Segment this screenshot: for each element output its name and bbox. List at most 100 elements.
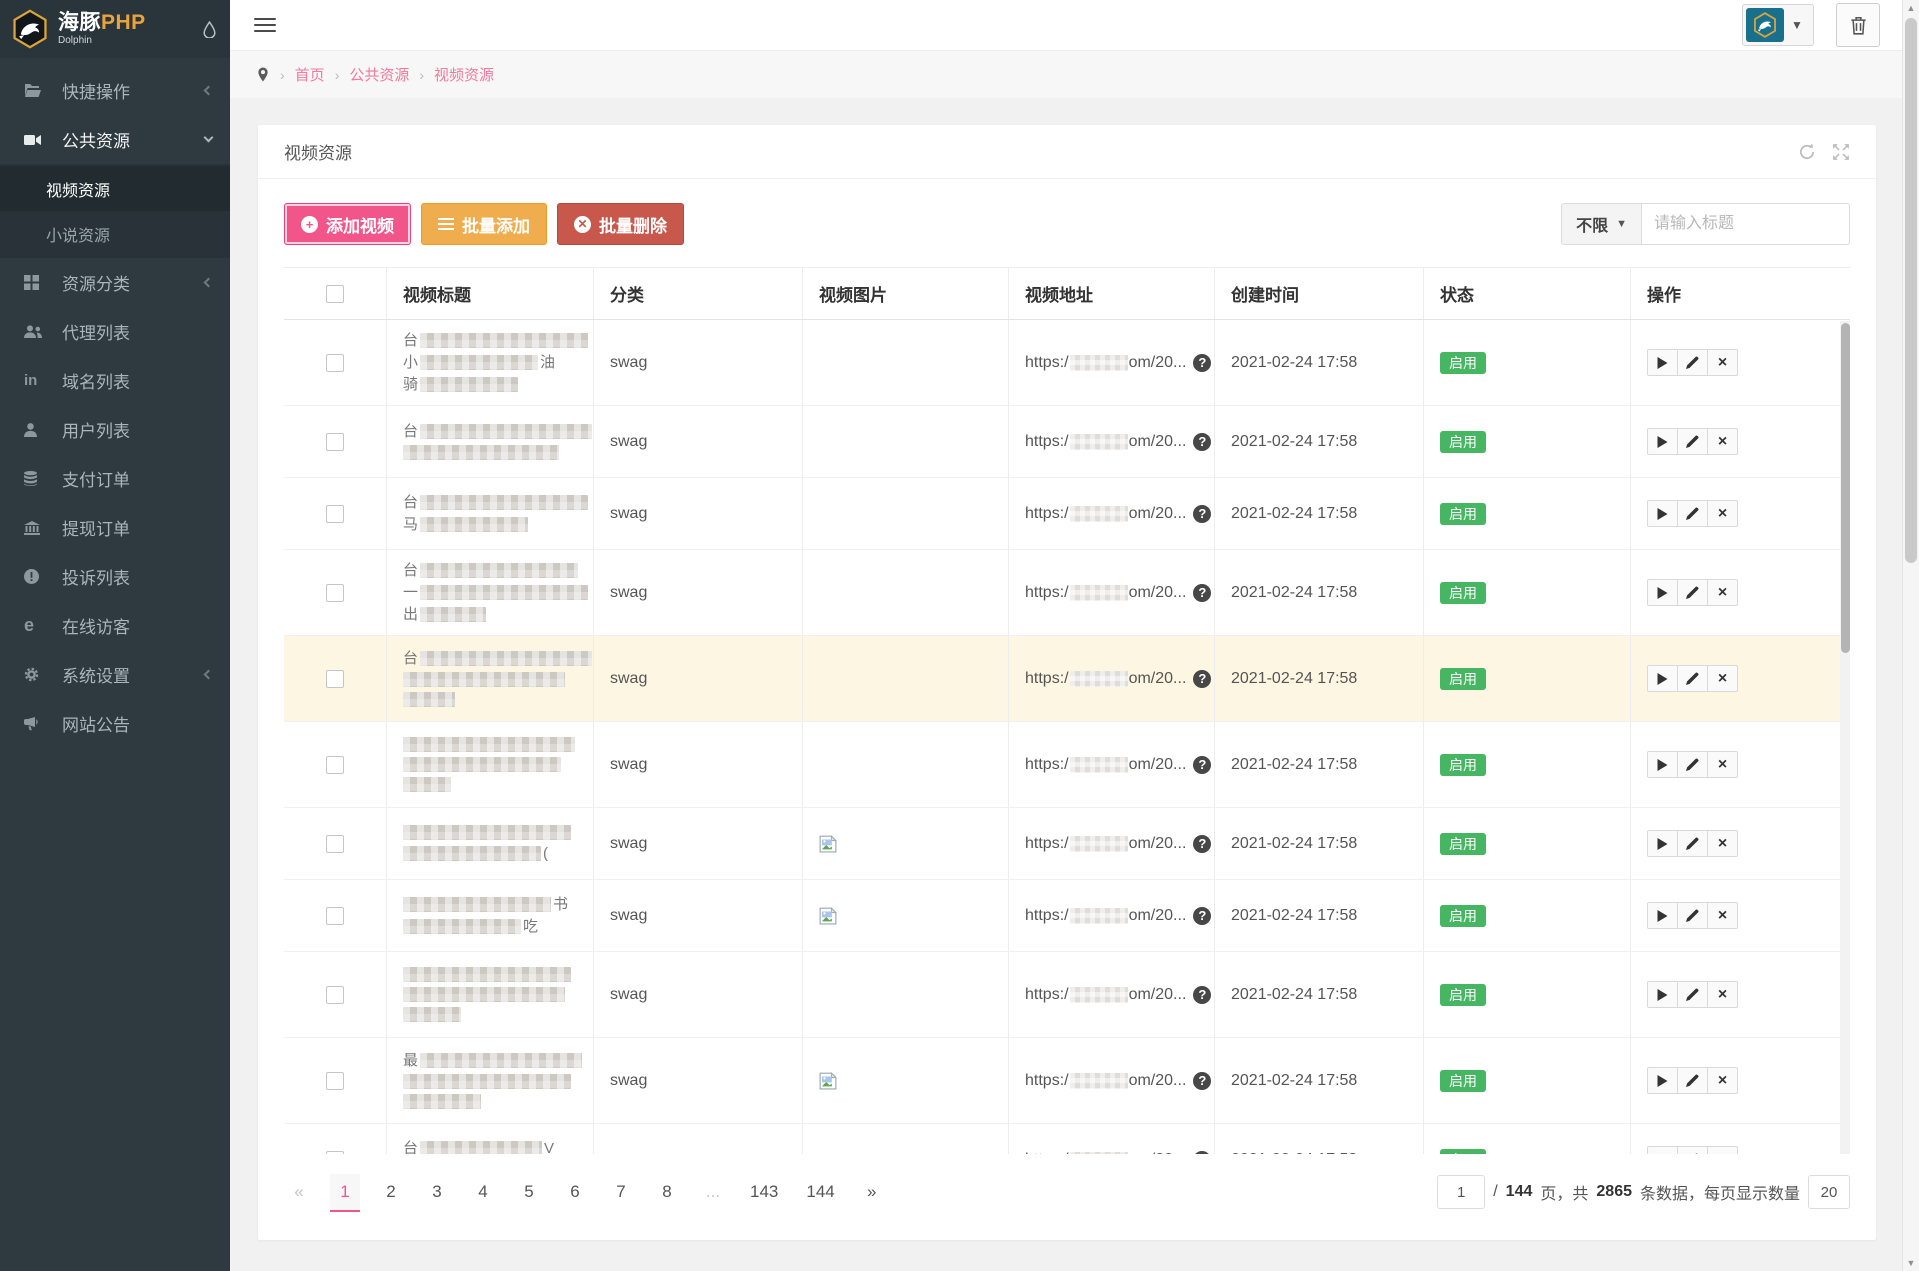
expand-icon[interactable] xyxy=(1832,143,1850,161)
per-page-input[interactable] xyxy=(1808,1175,1850,1209)
delete-button[interactable]: × xyxy=(1707,349,1738,376)
add-video-button[interactable]: + 添加视频 xyxy=(284,203,411,245)
question-circle-icon[interactable]: ? xyxy=(1193,505,1211,523)
play-button[interactable] xyxy=(1647,1146,1678,1154)
row-checkbox[interactable] xyxy=(326,756,344,774)
pager-page-1[interactable]: 1 xyxy=(330,1174,360,1212)
edit-button[interactable] xyxy=(1677,1146,1708,1154)
play-button[interactable] xyxy=(1647,1067,1678,1094)
row-checkbox[interactable] xyxy=(326,584,344,602)
sidebar-item-11[interactable]: 网站公告 xyxy=(0,699,230,748)
delete-button[interactable]: × xyxy=(1707,665,1738,692)
delete-button[interactable]: × xyxy=(1707,1067,1738,1094)
broken-image-icon[interactable] xyxy=(819,1072,837,1090)
sidebar-item-7[interactable]: 提现订单 xyxy=(0,503,230,552)
edit-button[interactable] xyxy=(1677,349,1708,376)
row-checkbox[interactable] xyxy=(326,835,344,853)
play-button[interactable] xyxy=(1647,981,1678,1008)
sidebar-item-5[interactable]: 用户列表 xyxy=(0,405,230,454)
question-circle-icon[interactable]: ? xyxy=(1193,756,1211,774)
row-checkbox[interactable] xyxy=(326,1072,344,1090)
sidebar-item-2[interactable]: 资源分类 xyxy=(0,258,230,307)
edit-button[interactable] xyxy=(1677,665,1708,692)
user-avatar-dropdown[interactable]: ▼ xyxy=(1742,4,1814,46)
pager-page-144[interactable]: 144 xyxy=(800,1173,840,1211)
sidebar-item-0[interactable]: 快捷操作 xyxy=(0,66,230,115)
play-button[interactable] xyxy=(1647,902,1678,929)
pager-page-7[interactable]: 7 xyxy=(606,1173,636,1211)
row-checkbox[interactable] xyxy=(326,907,344,925)
play-button[interactable] xyxy=(1647,751,1678,778)
page-scrollbar[interactable]: ▲ ▼ xyxy=(1902,0,1919,1271)
edit-button[interactable] xyxy=(1677,902,1708,929)
delete-button[interactable]: × xyxy=(1707,902,1738,929)
pager-next[interactable]: » xyxy=(857,1173,887,1211)
sidebar-subitem-1[interactable]: 小说资源 xyxy=(0,211,230,256)
scroll-down-icon[interactable]: ▼ xyxy=(1903,1255,1919,1271)
pager-page-8[interactable]: 8 xyxy=(652,1173,682,1211)
pager-page-5[interactable]: 5 xyxy=(514,1173,544,1211)
play-button[interactable] xyxy=(1647,830,1678,857)
page-scrollbar-thumb[interactable] xyxy=(1905,18,1917,563)
pager-page-6[interactable]: 6 xyxy=(560,1173,590,1211)
sidebar-item-10[interactable]: 系统设置 xyxy=(0,650,230,699)
pager-page-2[interactable]: 2 xyxy=(376,1173,406,1211)
title-search-input[interactable] xyxy=(1642,203,1850,245)
hamburger-menu-icon[interactable] xyxy=(254,14,276,36)
batch-add-button[interactable]: 批量添加 xyxy=(421,203,547,245)
select-all-checkbox[interactable] xyxy=(326,285,344,303)
question-circle-icon[interactable]: ? xyxy=(1193,1072,1211,1090)
edit-button[interactable] xyxy=(1677,981,1708,1008)
delete-button[interactable]: × xyxy=(1707,981,1738,1008)
breadcrumb-home[interactable]: 首页 xyxy=(295,64,325,85)
row-checkbox[interactable] xyxy=(326,433,344,451)
sidebar-item-6[interactable]: 支付订单 xyxy=(0,454,230,503)
trash-button[interactable] xyxy=(1836,3,1880,47)
question-circle-icon[interactable]: ? xyxy=(1193,986,1211,1004)
delete-button[interactable]: × xyxy=(1707,830,1738,857)
sidebar-item-4[interactable]: in域名列表 xyxy=(0,356,230,405)
question-circle-icon[interactable]: ? xyxy=(1193,354,1211,372)
pager-page-3[interactable]: 3 xyxy=(422,1173,452,1211)
refresh-icon[interactable] xyxy=(1798,143,1816,161)
sidebar-subitem-0[interactable]: 视频资源 xyxy=(0,166,230,211)
delete-button[interactable]: × xyxy=(1707,751,1738,778)
play-button[interactable] xyxy=(1647,349,1678,376)
play-button[interactable] xyxy=(1647,500,1678,527)
edit-button[interactable] xyxy=(1677,751,1708,778)
edit-button[interactable] xyxy=(1677,428,1708,455)
edit-button[interactable] xyxy=(1677,1067,1708,1094)
filter-dropdown[interactable]: 不限 ▼ xyxy=(1561,203,1642,245)
row-checkbox[interactable] xyxy=(326,354,344,372)
pager-page-4[interactable]: 4 xyxy=(468,1173,498,1211)
table-scrollbar[interactable] xyxy=(1840,321,1850,1154)
question-circle-icon[interactable]: ? xyxy=(1193,835,1211,853)
question-circle-icon[interactable]: ? xyxy=(1193,584,1211,602)
logo[interactable]: 海豚PHP Dolphin xyxy=(0,0,230,58)
question-circle-icon[interactable]: ? xyxy=(1193,907,1211,925)
table-scrollbar-thumb[interactable] xyxy=(1841,323,1850,653)
play-button[interactable] xyxy=(1647,579,1678,606)
row-checkbox[interactable] xyxy=(326,986,344,1004)
edit-button[interactable] xyxy=(1677,500,1708,527)
row-checkbox[interactable] xyxy=(326,1151,344,1155)
play-button[interactable] xyxy=(1647,428,1678,455)
question-circle-icon[interactable]: ? xyxy=(1193,670,1211,688)
broken-image-icon[interactable] xyxy=(819,835,837,853)
batch-delete-button[interactable]: ✕ 批量删除 xyxy=(557,203,684,245)
scroll-up-icon[interactable]: ▲ xyxy=(1903,0,1919,16)
sidebar-item-8[interactable]: 投诉列表 xyxy=(0,552,230,601)
sidebar-item-3[interactable]: 代理列表 xyxy=(0,307,230,356)
edit-button[interactable] xyxy=(1677,830,1708,857)
sidebar-item-1[interactable]: 公共资源 xyxy=(0,115,230,164)
edit-button[interactable] xyxy=(1677,579,1708,606)
broken-image-icon[interactable] xyxy=(819,907,837,925)
row-checkbox[interactable] xyxy=(326,505,344,523)
page-number-input[interactable] xyxy=(1437,1175,1485,1209)
question-circle-icon[interactable]: ? xyxy=(1193,1151,1211,1155)
question-circle-icon[interactable]: ? xyxy=(1193,433,1211,451)
play-button[interactable] xyxy=(1647,665,1678,692)
breadcrumb-public-resources[interactable]: 公共资源 xyxy=(349,64,409,85)
pager-page-143[interactable]: 143 xyxy=(744,1173,784,1211)
row-checkbox[interactable] xyxy=(326,670,344,688)
